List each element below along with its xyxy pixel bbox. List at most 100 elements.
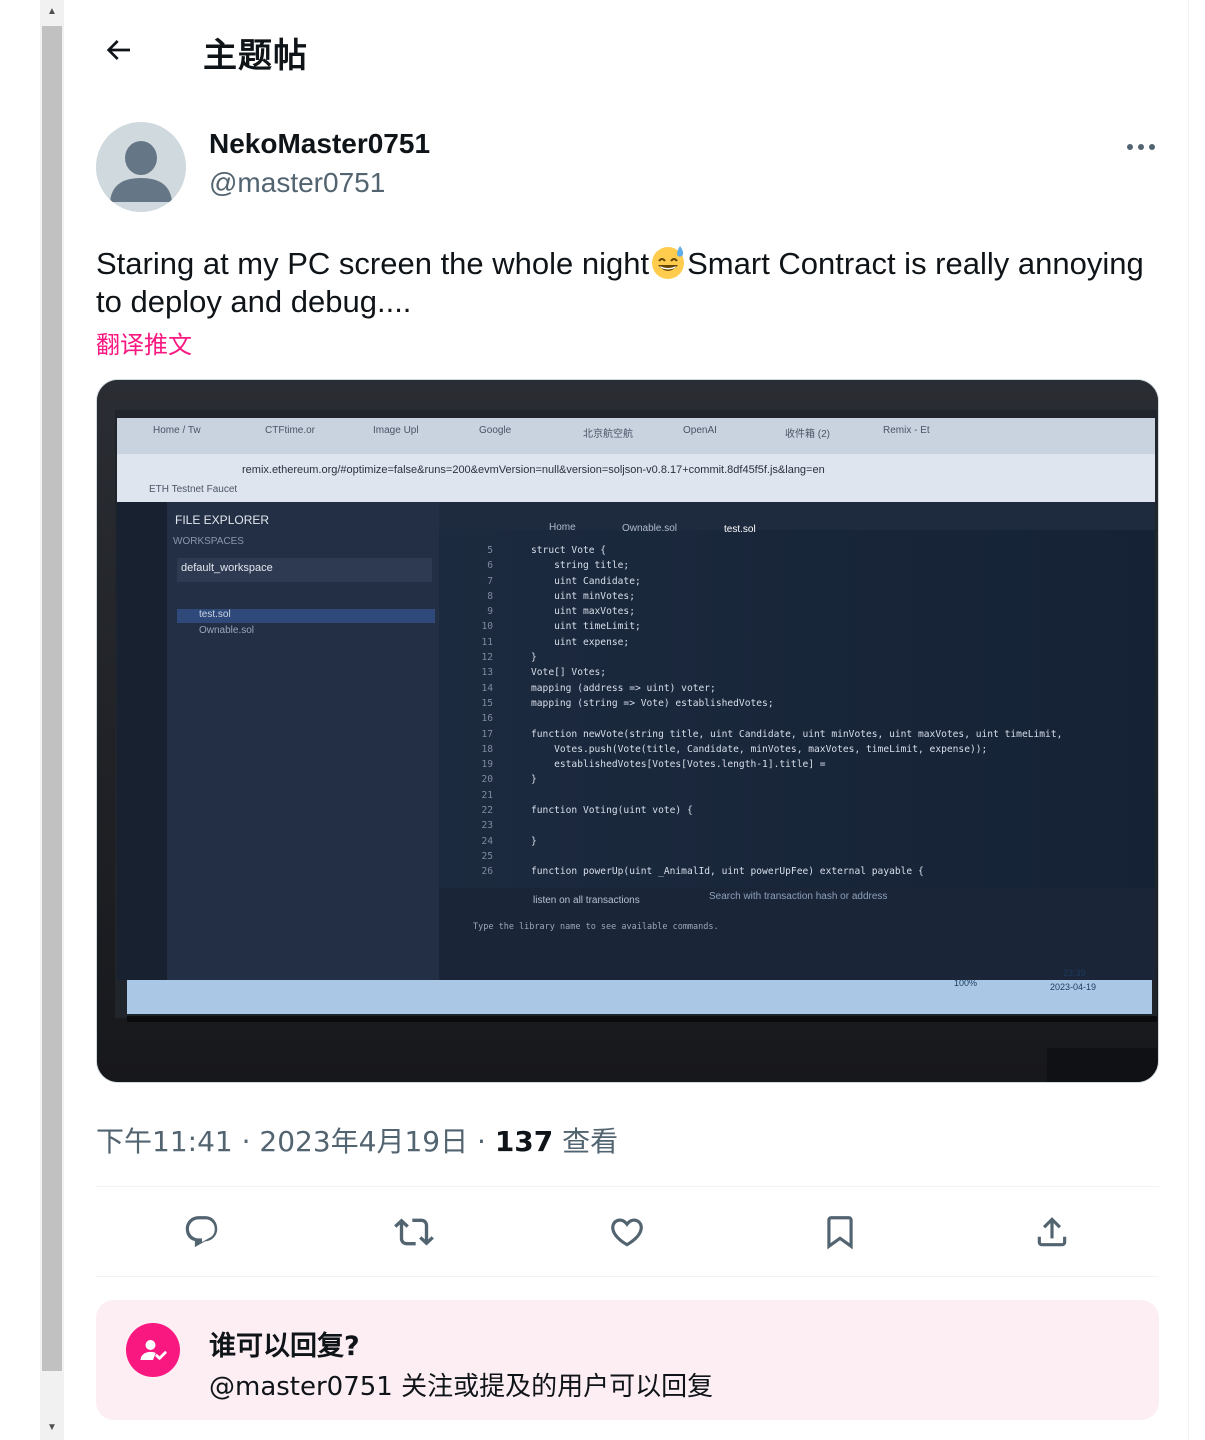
photo-line-number: 5 <box>487 545 493 556</box>
photo-code-text: struct Vote { <box>531 545 607 556</box>
photo-line-number: 7 <box>487 575 493 587</box>
photo-code-line: 13 Vote[] Votes; <box>457 665 1157 680</box>
meta-separator: · <box>232 1125 260 1158</box>
photo-code-line: 17 function newVote(string title, uint Ca… <box>457 727 1157 742</box>
tweet-date[interactable]: 2023年4月19日 <box>259 1125 468 1158</box>
photo-code-line: 26 function powerUp(uint _AnimalId, uint … <box>457 864 1157 879</box>
photo-tab: CTFtime.or <box>265 425 315 436</box>
retweet-icon <box>394 1218 434 1246</box>
user-check-icon <box>140 1340 167 1360</box>
photo-code-editor: 5 struct Vote {6 string title; 7 uint Cand… <box>457 543 1157 880</box>
photo-workspaces-label: WORKSPACES <box>173 536 244 547</box>
photo-code-text: } <box>531 835 537 847</box>
action-bar <box>96 1188 1159 1276</box>
photo-code-text: uint minVotes; <box>531 590 635 602</box>
photo-code-line: 8 uint minVotes; <box>457 589 1157 604</box>
photo-code-text: function Voting(uint vote) { <box>531 805 693 817</box>
photo-battery: 100% <box>954 978 978 988</box>
photo-line-number: 6 <box>487 560 493 572</box>
photo-line-number: 9 <box>487 606 493 618</box>
photo-line-number: 18 <box>481 743 493 755</box>
photo-line-number: 23 <box>481 820 493 832</box>
divider <box>96 1276 1159 1277</box>
tweet-photo[interactable]: Home / Tw CTFtime.or Image Upl Google 北京… <box>96 379 1159 1083</box>
back-button[interactable] <box>96 28 140 72</box>
photo-code-text: function newVote(string title, uint Cand… <box>531 728 1063 740</box>
reply-button[interactable] <box>178 1208 226 1256</box>
photo-line-number: 21 <box>481 789 493 801</box>
bookmark-button[interactable] <box>816 1208 864 1256</box>
photo-editor-tab: Home <box>549 522 576 533</box>
views-count: 137 <box>494 1125 554 1158</box>
photo-code-text: mapping (string => Vote) establishedVote… <box>531 697 774 709</box>
photo-line-number: 15 <box>481 697 493 709</box>
photo-code-text: function powerUp(uint _AnimalId, uint po… <box>531 866 924 878</box>
views-label: 查看 <box>562 1125 619 1158</box>
photo-code-text: uint timeLimit; <box>531 621 641 633</box>
scroll-down-arrow[interactable]: ▼ <box>40 1416 64 1440</box>
photo-code-text: Votes.push(Vote(title, Candidate, minVot… <box>531 743 988 755</box>
column-border <box>1188 0 1189 1440</box>
tweet-time[interactable]: 下午11:41 <box>96 1125 233 1158</box>
photo-workspace-name: default_workspace <box>181 562 273 574</box>
photo-code-line: 23 <box>457 818 1157 833</box>
photo-tab: Home / Tw <box>153 425 201 436</box>
photo-terminal-listen: listen on all transactions <box>533 895 640 906</box>
share-icon <box>1037 1217 1067 1247</box>
translate-link[interactable]: 翻译推文 <box>96 325 192 360</box>
photo-editor-tab: Ownable.sol <box>622 523 678 534</box>
photo-bookmark: ETH Testnet Faucet <box>149 484 238 495</box>
photo-code-text: Vote[] Votes; <box>531 667 607 679</box>
like-button[interactable] <box>603 1208 651 1256</box>
reply-restriction-notice: 谁可以回复? @master0751 关注或提及的用户可以回复 <box>96 1300 1159 1420</box>
photo-line-number: 14 <box>481 682 493 694</box>
photo-code-line: 14 mapping (address => uint) voter; <box>457 681 1157 696</box>
more-dots-icon <box>1127 144 1155 150</box>
photo-line-number: 22 <box>481 805 493 817</box>
photo-code-line: 25 <box>457 849 1157 864</box>
photo-code-line: 21 <box>457 788 1157 803</box>
author-name[interactable]: NekoMaster0751 <box>209 128 430 160</box>
photo-explorer-title: FILE EXPLORER <box>175 513 270 527</box>
photo-tab: 北京航空航 <box>583 429 633 440</box>
photo-code-line: 7 uint Candidate; <box>457 574 1157 589</box>
page-title: 主题帖 <box>203 36 308 76</box>
page-scrollbar[interactable]: ▲ ▼ <box>40 0 64 1440</box>
scroll-thumb[interactable] <box>42 26 62 1371</box>
photo-line-number: 16 <box>481 713 493 725</box>
grinning-face-with-sweat-icon <box>652 246 685 279</box>
reply-restriction-badge <box>126 1323 180 1377</box>
photo-code-line: 24} <box>457 834 1157 849</box>
photo-code-line: 18 Votes.push(Vote(title, Candidate, min… <box>457 742 1157 757</box>
more-options-button[interactable] <box>1118 128 1164 166</box>
photo-line-number: 8 <box>487 590 493 602</box>
photo-clock-time: 23:39 <box>1063 968 1086 978</box>
tweet-text-part-1: Staring at my PC screen the whole night <box>96 246 650 281</box>
reply-restriction-title: 谁可以回复? <box>209 1331 360 1362</box>
photo-line-number: 12 <box>481 652 493 664</box>
tweet-text: Staring at my PC screen the whole night … <box>96 243 1160 321</box>
photo-line-number: 20 <box>481 774 493 786</box>
bookmark-icon <box>827 1216 853 1250</box>
photo-code-line: 22 function Voting(uint vote) { <box>457 803 1157 818</box>
photo-tab: Google <box>479 425 512 436</box>
photo-terminal-search: Search with transaction hash or address <box>709 891 888 902</box>
photo-code-line: 5 struct Vote { <box>457 543 1157 558</box>
author-handle[interactable]: @master0751 <box>209 167 385 199</box>
photo-line-number: 26 <box>481 866 493 878</box>
share-button[interactable] <box>1028 1208 1076 1256</box>
photo-code-line: 9 uint maxVotes; <box>457 604 1157 619</box>
photo-code-line: 20} <box>457 772 1157 787</box>
photo-tab: 收件箱 (2) <box>785 429 830 440</box>
retweet-button[interactable] <box>390 1208 438 1256</box>
scroll-up-arrow[interactable]: ▲ <box>40 0 64 24</box>
photo-address-bar: remix.ethereum.org/#optimize=false&runs=… <box>242 464 825 476</box>
photo-code-line: 16 <box>457 711 1157 726</box>
photo-tab: Remix - Et <box>883 425 930 436</box>
photo-code-text: uint Candidate; <box>531 575 641 587</box>
avatar[interactable] <box>96 122 186 212</box>
photo-code-line: 6 string title; <box>457 558 1157 573</box>
arrow-left-icon <box>106 40 130 60</box>
photo-code-text: mapping (address => uint) voter; <box>531 682 716 694</box>
photo-browser-tabs: Home / Tw CTFtime.or Image Upl Google 北京… <box>153 425 1033 447</box>
